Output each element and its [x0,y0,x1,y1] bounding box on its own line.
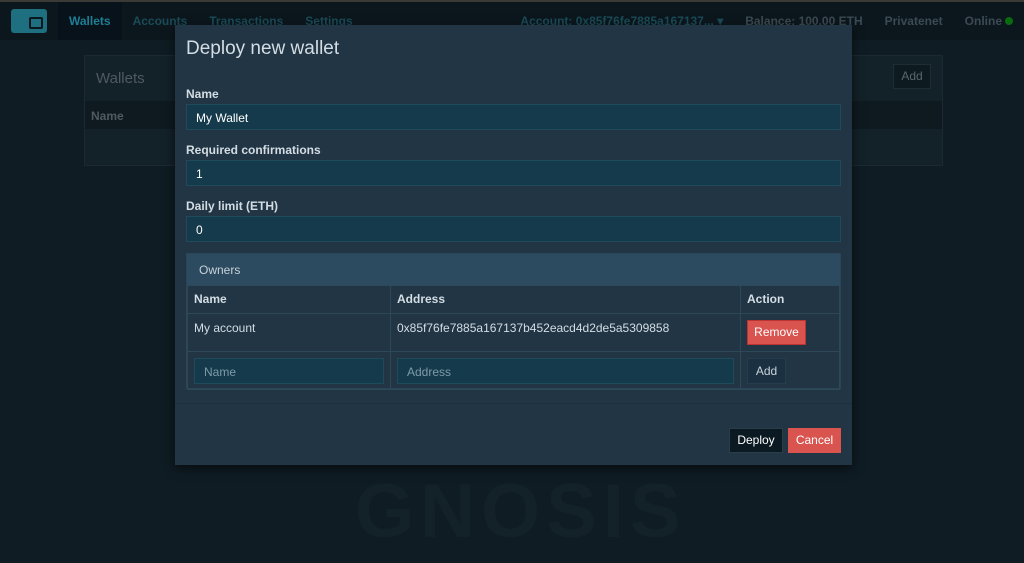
owners-table: Name Address Action My account 0x85f76fe… [187,285,840,390]
add-wallet-button[interactable]: Add [893,64,931,89]
cancel-button[interactable]: Cancel [788,428,841,453]
header-address: Address [390,285,741,314]
table-row: My account 0x85f76fe7885a167137b452eacd4… [187,313,840,352]
panel-title: Wallets [96,70,145,87]
header-action: Action [740,285,840,314]
daily-limit-label: Daily limit (ETH) [186,199,279,213]
online-dot-icon [1005,17,1013,25]
name-input[interactable]: My Wallet [186,104,841,130]
modal-title: Deploy new wallet [186,38,340,59]
deploy-wallet-modal: Deploy new wallet Name My Wallet Require… [175,25,852,465]
deploy-button[interactable]: Deploy [729,428,783,453]
owners-panel: Owners Name Address Action My account 0x… [186,253,841,390]
owner-name-input[interactable]: Name [194,358,384,384]
remove-button[interactable]: Remove [747,320,806,345]
confirmations-label: Required confirmations [186,143,321,157]
header-name: Name [187,285,391,314]
owners-title: Owners [187,254,840,285]
owner-address: 0x85f76fe7885a167137b452eacd4d2de5a53098… [390,313,741,352]
daily-limit-input[interactable]: 0 [186,216,841,242]
owner-address-input[interactable]: Address [397,358,734,384]
new-owner-row: Name Address Add [187,351,840,390]
name-label: Name [186,87,219,101]
wallet-logo-icon[interactable] [0,2,58,40]
nav-wallets[interactable]: Wallets [58,2,122,40]
owner-name: My account [187,313,391,352]
gnosis-watermark: GNOSIS [355,469,687,554]
status-text: Online [964,14,1002,28]
network: Privatenet [884,14,943,28]
modal-footer-divider [175,403,852,404]
add-owner-button[interactable]: Add [747,358,786,384]
confirmations-input[interactable]: 1 [186,160,841,186]
status: Online [954,2,1024,40]
